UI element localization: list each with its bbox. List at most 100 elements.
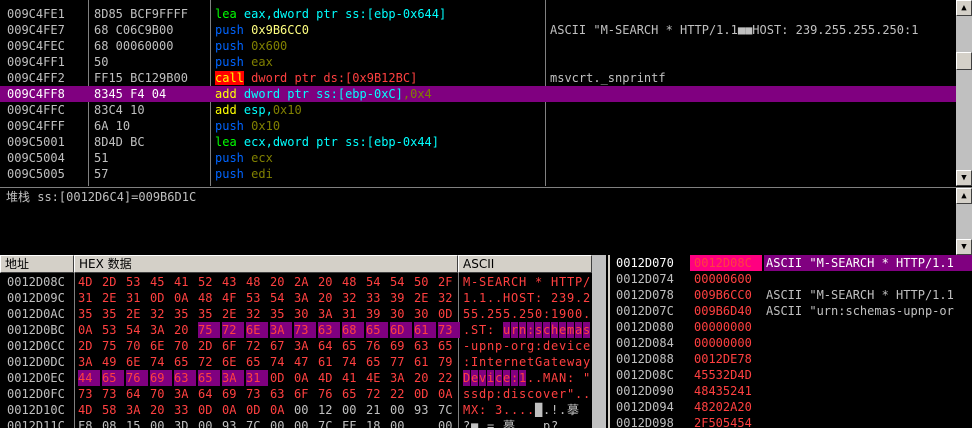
dump-row[interactable]: 0012D11C F8 08 15 00 3D 00 93 7C 00 00 7C FF 18 00 00? ■… — [0, 418, 606, 428]
disasm-hex: 50 — [94, 55, 109, 69]
stack-value: 009B6D40 — [694, 304, 752, 318]
stack-row[interactable]: 0012D088 0012DE78 — [610, 351, 972, 367]
memory-dump-pane[interactable]: 地址 HEX 数据 ASCII 0012D08C 4D 2D 53 45 41 52 43 48… — [0, 255, 606, 428]
disasm-row[interactable]: 009C5001 8D4D BC lea ecx,dword ptr ss:[ebp… — [0, 134, 956, 150]
disasm-instruction: call dword ptr ds:[0x9B12BC] — [215, 71, 418, 85]
stack-address: 0012D094 — [616, 400, 674, 414]
stack-row[interactable]: 0012D090 48435241 — [610, 383, 972, 399]
scroll-down-arrow-icon[interactable]: ▼ — [956, 239, 972, 255]
disasm-row[interactable]: 009C4FE1 8D85 BCF9FFFF lea eax,dword ptr s… — [0, 6, 956, 22]
disasm-address: 009C4FF2 — [7, 71, 65, 85]
info-scrollbar[interactable]: ▲ ▼ — [956, 188, 972, 255]
dump-address: 0012D08C — [7, 275, 65, 289]
scrollbar-thumb[interactable] — [956, 52, 972, 70]
dump-row[interactable]: 0012D0FC 73 73 64 70 3A 64 69 73 63 6F 76 65 72 22 0D 0A… — [0, 386, 606, 402]
disasm-row[interactable]: 009C4FFC 83C4 10 add esp,0x10 — [0, 102, 956, 118]
disassembly-pane[interactable]: 009C4FE1 8D85 BCF9FFFF lea eax,dword ptr s… — [0, 0, 972, 186]
stack-address: 0012D080 — [616, 320, 674, 334]
dump-address: 0012D10C — [7, 403, 65, 417]
disasm-row[interactable]: 009C5005 57 push edi — [0, 166, 956, 182]
disasm-hex: 57 — [94, 167, 109, 181]
disasm-instruction: push 0x600 — [215, 39, 288, 53]
stack-value: 009B6CC0 — [694, 288, 752, 302]
dump-scrollbar[interactable] — [592, 255, 606, 428]
stack-value: 48202A20 — [694, 400, 752, 414]
stack-address: 0012D088 — [616, 352, 674, 366]
stack-pane[interactable]: 0012D070 0012D08C ASCII "M-SEARCH * HTTP/1… — [608, 255, 972, 428]
stack-address: 0012D070 — [616, 256, 674, 270]
dump-row[interactable]: 0012D0BC 0A 53 54 3A 20 75 72 6E 3A 73 63 68 65 6D 61 73… — [0, 322, 606, 338]
disasm-row[interactable]: 009C4FFF 6A 10 push 0x10 — [0, 118, 956, 134]
dump-row[interactable]: 0012D0DC 3A 49 6E 74 65 72 6E 65 74 47 61 74 65 77 61 79… — [0, 354, 606, 370]
dump-address: 0012D11C — [7, 419, 65, 428]
stack-row[interactable]: 0012D070 0012D08C ASCII "M-SEARCH * HTTP/1… — [610, 255, 972, 271]
stack-address: 0012D078 — [616, 288, 674, 302]
disasm-row[interactable]: 009C4FF2 FF15 BC129B00 call dword ptr ds:[… — [0, 70, 956, 86]
stack-address: 0012D08C — [616, 368, 674, 382]
disasm-instruction: push edi — [215, 167, 273, 181]
scroll-up-arrow-icon[interactable]: ▲ — [956, 188, 972, 204]
stack-row[interactable]: 0012D094 48202A20 — [610, 399, 972, 415]
dump-row[interactable]: 0012D0EC 44 65 76 69 63 65 3A 31 0D 0A 4D 41 4E 3A 20 22… — [0, 370, 606, 386]
stack-value: 0012D08C — [690, 255, 762, 271]
dump-row[interactable]: 0012D08C 4D 2D 53 45 41 52 43 48 20 2A 20 48 54 54 50 2F… — [0, 274, 606, 290]
stack-address: 0012D07C — [616, 304, 674, 318]
stack-address: 0012D074 — [616, 272, 674, 286]
dump-address: 0012D0EC — [7, 371, 65, 385]
disasm-row[interactable]: 009C5004 51 push ecx — [0, 150, 956, 166]
disasm-instruction: lea eax,dword ptr ss:[ebp-0x644] — [215, 7, 447, 21]
disasm-row[interactable]: 009C4FEC 68 00060000 push 0x600 — [0, 38, 956, 54]
disasm-address: 009C4FFF — [7, 119, 65, 133]
dump-address: 0012D0DC — [7, 355, 65, 369]
scroll-up-arrow-icon[interactable]: ▲ — [956, 0, 972, 16]
dump-row[interactable]: 0012D10C 4D 58 3A 20 33 0D 0A 0D 0A 00 12 00 21 00 93 7C… — [0, 402, 606, 418]
disasm-hex: 51 — [94, 151, 109, 165]
stack-row[interactable]: 0012D084 00000000 — [610, 335, 972, 351]
stack-value: 0012DE78 — [694, 352, 752, 366]
disasm-hex: 68 C06C9B00 — [94, 23, 174, 37]
disasm-address: 009C4FF1 — [7, 55, 65, 69]
info-pane: 堆栈 ss:[0012D6C4]=009B6D1C ▲ ▼ — [0, 187, 972, 255]
disasm-address: 009C4FE1 — [7, 7, 65, 21]
scroll-down-arrow-icon[interactable]: ▼ — [956, 170, 972, 186]
disassembly-scrollbar[interactable]: ▲ ▼ — [956, 0, 972, 186]
disasm-instruction: push 0x9B6CC0 — [215, 23, 309, 37]
stack-row[interactable]: 0012D098 2F505454 — [610, 415, 972, 428]
stack-value: 2F505454 — [694, 416, 752, 428]
disasm-address: 009C4FFC — [7, 103, 65, 117]
disasm-comment: ASCII "M-SEARCH * HTTP/1.1■■HOST: 239.25… — [550, 23, 919, 37]
disasm-hex: 8D4D BC — [94, 135, 145, 149]
stack-value: 45532D4D — [694, 368, 752, 382]
disasm-hex: 83C4 10 — [94, 103, 145, 117]
dump-row[interactable]: 0012D09C 31 2E 31 0D 0A 48 4F 53 54 3A 20 32 33 39 2E 32… — [0, 290, 606, 306]
dump-header-ascii[interactable]: ASCII — [458, 255, 592, 273]
stack-comment: ASCII "M-SEARCH * HTTP/1.1 — [764, 255, 972, 271]
disasm-instruction: push ecx — [215, 151, 273, 165]
disasm-address: 009C4FF8 — [7, 87, 65, 101]
dump-header-hex[interactable]: HEX 数据 — [74, 255, 458, 273]
dump-address: 0012D0AC — [7, 307, 65, 321]
disasm-address: 009C4FEC — [7, 39, 65, 53]
dump-address: 0012D0CC — [7, 339, 65, 353]
dump-address: 0012D0BC — [7, 323, 65, 337]
stack-address: 0012D090 — [616, 384, 674, 398]
stack-row[interactable]: 0012D08C 45532D4D — [610, 367, 972, 383]
disasm-address: 009C5004 — [7, 151, 65, 165]
stack-row[interactable]: 0012D074 00000600 — [610, 271, 972, 287]
stack-row[interactable]: 0012D078 009B6CC0 ASCII "M-SEARCH * HTTP/1… — [610, 287, 972, 303]
disasm-row[interactable]: 009C4FF8 8345 F4 04 add dword ptr ss:[ebp-… — [0, 86, 956, 102]
dump-header-address[interactable]: 地址 — [0, 255, 74, 273]
dump-row[interactable]: 0012D0CC 2D 75 70 6E 70 2D 6F 72 67 3A 64 65 76 69 63 65… — [0, 338, 606, 354]
disasm-row[interactable]: 009C4FF1 50 push eax — [0, 54, 956, 70]
stack-row[interactable]: 0012D080 00000000 — [610, 319, 972, 335]
stack-value: 00000600 — [694, 272, 752, 286]
stack-address: 0012D084 — [616, 336, 674, 350]
stack-row[interactable]: 0012D07C 009B6D40 ASCII "urn:schemas-upnp-… — [610, 303, 972, 319]
stack-comment: ASCII "M-SEARCH * HTTP/1.1 — [766, 288, 954, 302]
dump-row[interactable]: 0012D0AC 35 35 2E 32 35 35 2E 32 35 30 3A 31 39 30 30 0D… — [0, 306, 606, 322]
stack-value: 48435241 — [694, 384, 752, 398]
disasm-row[interactable]: 009C4FE7 68 C06C9B00 push 0x9B6CC0 ASCII "M… — [0, 22, 956, 38]
disasm-hex: 8D85 BCF9FFFF — [94, 7, 188, 21]
disasm-instruction: add dword ptr ss:[ebp-0xC],0x4 — [215, 87, 432, 101]
disasm-instruction: lea ecx,dword ptr ss:[ebp-0x44] — [215, 135, 439, 149]
